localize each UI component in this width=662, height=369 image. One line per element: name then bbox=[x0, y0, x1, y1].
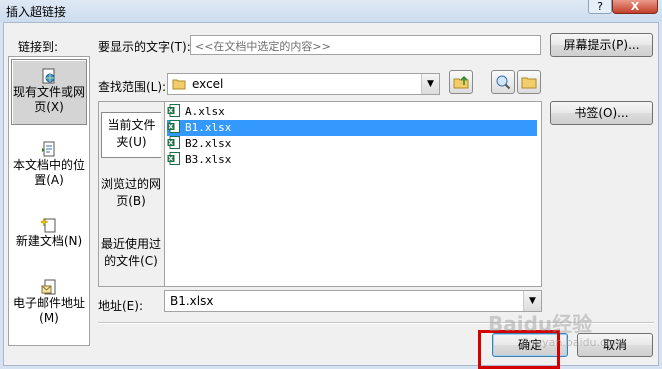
link-to-label: 链接到: bbox=[18, 40, 59, 54]
browse-tabs: 当前文件夹(U) 浏览过的网页(B) 最近使用过的文件(C) bbox=[98, 101, 164, 287]
bookmark-button[interactable]: 书签(O)... bbox=[550, 101, 653, 125]
document-place-icon bbox=[42, 141, 55, 157]
tab-recent-files[interactable]: 最近使用过的文件(C) bbox=[101, 236, 161, 276]
look-in-value: excel bbox=[192, 77, 224, 91]
folder-icon bbox=[172, 79, 186, 90]
excel-file-icon bbox=[167, 136, 180, 149]
file-list[interactable]: A.xlsx B1.xlsx B2.xlsx B3.xlsx bbox=[164, 101, 542, 287]
sidebar-item-label: 本文档中的位置(A) bbox=[12, 158, 85, 187]
file-name: B2.xlsx bbox=[185, 137, 232, 150]
watermark-logo: Baidu经验 bbox=[488, 312, 593, 336]
screen-tip-button[interactable]: 屏幕提示(P)... bbox=[550, 33, 653, 57]
display-text-field[interactable]: <<在文档中选定的内容>> bbox=[190, 35, 541, 55]
file-row[interactable]: B2.xlsx bbox=[167, 136, 231, 152]
sidebar-item-label: 新建文档(N) bbox=[15, 234, 83, 248]
chevron-down-icon[interactable]: ▼ bbox=[421, 74, 439, 94]
browse-file-icon bbox=[521, 77, 537, 89]
sidebar-item-label: 现有文件或网页(X) bbox=[12, 85, 85, 114]
email-icon bbox=[41, 279, 56, 295]
address-value: B1.xlsx bbox=[170, 294, 214, 308]
sidebar-item-new-document[interactable]: 新建文档(N) bbox=[11, 217, 87, 253]
watermark-url: jingyan.baidu.com bbox=[522, 336, 624, 349]
sidebar-item-email[interactable]: 电子邮件地址(M) bbox=[11, 279, 87, 329]
close-button[interactable]: X bbox=[612, 0, 658, 14]
title-bar bbox=[0, 0, 662, 22]
new-document-icon bbox=[41, 217, 56, 233]
file-row[interactable]: B3.xlsx bbox=[167, 152, 231, 168]
file-name: A.xlsx bbox=[185, 105, 225, 118]
tab-browsed-pages[interactable]: 浏览过的网页(B) bbox=[101, 176, 161, 216]
browse-web-icon bbox=[496, 75, 511, 90]
file-name: B1.xlsx bbox=[185, 121, 232, 134]
browse-web-button[interactable] bbox=[491, 70, 515, 94]
help-button[interactable]: ? bbox=[588, 0, 612, 14]
window-title: 插入超链接 bbox=[6, 5, 67, 19]
look-in-label: 查找范围(L): bbox=[98, 80, 167, 94]
excel-file-icon bbox=[167, 104, 180, 117]
file-row[interactable]: B1.xlsx bbox=[167, 120, 537, 136]
link-to-sidebar: 现有文件或网页(X) 本文档中的位置(A) 新建文档(N) 电子邮件地址(M) bbox=[8, 56, 90, 346]
address-combobox[interactable]: B1.xlsx ▼ bbox=[164, 290, 542, 312]
up-folder-icon bbox=[453, 75, 469, 89]
file-name: B3.xlsx bbox=[185, 153, 232, 166]
tab-current-folder[interactable]: 当前文件夹(U) bbox=[101, 112, 161, 158]
excel-file-icon bbox=[167, 152, 180, 165]
file-row[interactable]: A.xlsx bbox=[167, 104, 225, 120]
display-text-label: 要显示的文字(T): bbox=[98, 40, 191, 54]
sidebar-item-label: 电子邮件地址(M) bbox=[12, 296, 85, 325]
browse-file-button[interactable] bbox=[517, 70, 541, 94]
excel-file-icon bbox=[167, 120, 180, 133]
sidebar-item-document-place[interactable]: 本文档中的位置(A) bbox=[11, 141, 87, 191]
address-label: 地址(E): bbox=[98, 299, 143, 313]
up-folder-button[interactable] bbox=[449, 70, 473, 94]
look-in-combobox[interactable]: excel ▼ bbox=[167, 73, 440, 95]
sidebar-item-existing-file[interactable]: 现有文件或网页(X) bbox=[11, 59, 87, 125]
globe-page-icon bbox=[42, 68, 55, 84]
